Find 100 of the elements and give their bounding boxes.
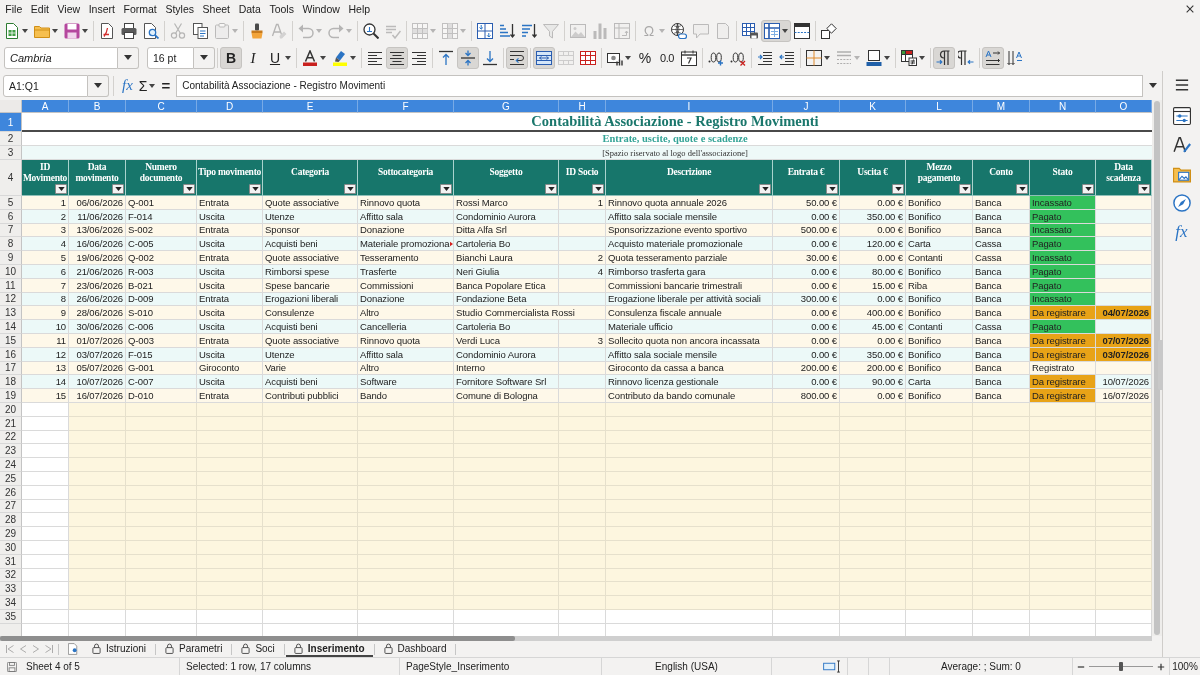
filter-button[interactable] (183, 184, 195, 194)
caret-icon[interactable] (350, 55, 356, 60)
caret-icon[interactable] (285, 55, 291, 60)
caret-icon[interactable] (149, 83, 156, 88)
menu-icon[interactable] (1174, 78, 1189, 92)
sidebar-collapse-handle[interactable] (1158, 340, 1163, 390)
caret-icon[interactable] (824, 55, 830, 60)
plus-icon[interactable] (1157, 662, 1165, 671)
filter-button[interactable] (55, 184, 67, 194)
find-replace-button[interactable] (360, 20, 382, 42)
filter-button[interactable] (1082, 184, 1094, 194)
menu-item[interactable]: Format (119, 2, 162, 16)
caret-icon[interactable] (52, 29, 58, 33)
name-box[interactable]: A1:Q1 (3, 74, 88, 97)
filter-button[interactable] (592, 184, 604, 194)
name-box-dropdown[interactable] (88, 74, 109, 97)
menu-item[interactable]: Insert (84, 2, 120, 16)
row-header[interactable]: 24 (0, 458, 22, 472)
column-header[interactable]: J (773, 100, 840, 113)
row-header[interactable]: 3 (0, 146, 22, 160)
filter-button[interactable] (1016, 184, 1028, 194)
menu-item[interactable]: Data (234, 2, 266, 16)
font-size-dropdown[interactable] (194, 46, 215, 69)
menu-item[interactable]: View (53, 2, 85, 16)
caret-icon[interactable] (320, 55, 326, 60)
row-header[interactable]: 19 (0, 389, 22, 403)
filter-button[interactable] (545, 184, 557, 194)
font-size-field[interactable]: 16 pt (147, 46, 194, 69)
row-header[interactable]: 5 (0, 196, 22, 210)
column-header[interactable]: A (22, 100, 69, 113)
column-header[interactable]: D (197, 100, 263, 113)
column-header[interactable]: I (606, 100, 773, 113)
hyperlink-button[interactable] (668, 20, 690, 42)
filter-button[interactable] (892, 184, 904, 194)
row-header[interactable]: 28 (0, 513, 22, 528)
row-header[interactable]: 1 (0, 113, 22, 132)
horizontal-text-button[interactable] (982, 46, 1004, 69)
column-header[interactable]: K (840, 100, 906, 113)
filter-button[interactable] (344, 184, 356, 194)
page-style[interactable]: PageStyle_Inserimento (406, 661, 510, 672)
bold-button[interactable]: B (220, 46, 242, 69)
horizontal-scrollbar[interactable] (0, 636, 1152, 641)
filter-button[interactable] (440, 184, 452, 194)
row-header[interactable]: 13 (0, 306, 22, 321)
functions-tab[interactable]: fx (1168, 220, 1195, 244)
column-header[interactable]: B (69, 100, 126, 113)
filter-button[interactable] (249, 184, 261, 194)
menu-item[interactable]: Styles (161, 2, 199, 16)
filter-button[interactable] (759, 184, 771, 194)
column-header[interactable]: C (126, 100, 197, 113)
sum-button[interactable]: Σ (135, 74, 159, 97)
print-button[interactable] (118, 20, 140, 42)
print-area-button[interactable] (739, 20, 761, 42)
underline-button[interactable]: U (264, 46, 294, 69)
menu-item[interactable]: Tools (265, 2, 299, 16)
sheet-tab[interactable]: Inserimento (285, 641, 373, 657)
row-header[interactable]: 34 (0, 596, 22, 610)
row-header[interactable]: 18 (0, 375, 22, 390)
sheet-tab[interactable]: Dashboard (375, 641, 455, 657)
caret-icon[interactable] (82, 29, 88, 33)
font-name-dropdown[interactable] (118, 46, 139, 69)
menu-item[interactable]: Edit (26, 2, 54, 16)
freeze-panes-button[interactable] (761, 20, 791, 42)
sort-button[interactable] (474, 20, 496, 42)
row-header[interactable]: 23 (0, 444, 22, 459)
column-header[interactable]: H (559, 100, 606, 113)
menu-item[interactable]: Window (298, 2, 345, 16)
decimal-format-button[interactable]: 0.0 (656, 46, 678, 69)
draw-functions-button[interactable] (818, 20, 840, 42)
menu-item[interactable]: Sheet (198, 2, 235, 16)
filter-button[interactable] (112, 184, 124, 194)
row-header[interactable]: 14 (0, 320, 22, 334)
sheet-tab[interactable]: Parametri (157, 641, 231, 657)
menu-item[interactable]: File (1, 2, 27, 16)
language-status[interactable]: English (USA) (655, 661, 718, 672)
close-icon[interactable] (1186, 5, 1194, 13)
merge-center-button[interactable] (533, 46, 555, 69)
split-window-button[interactable] (791, 20, 813, 42)
caret-icon[interactable] (919, 55, 925, 60)
caret-icon[interactable] (884, 55, 890, 60)
caret-icon[interactable] (782, 29, 788, 33)
add-sheet-icon[interactable] (68, 643, 78, 655)
column-header[interactable]: O (1096, 100, 1152, 113)
function-wizard-button[interactable]: fx (119, 74, 136, 97)
selection-mode-icon[interactable] (823, 660, 841, 673)
slider-thumb[interactable] (1119, 662, 1123, 671)
align-middle-button[interactable] (457, 46, 479, 69)
row-header[interactable]: 8 (0, 237, 22, 252)
filter-button[interactable] (1138, 184, 1150, 194)
sheet-tab[interactable]: Soci (233, 641, 283, 657)
font-name-field[interactable]: Cambria (4, 46, 118, 69)
formula-input[interactable]: Contabilità Associazione - Registro Movimenti (176, 74, 1143, 97)
row-header[interactable]: 4 (0, 160, 22, 196)
column-header[interactable]: L (906, 100, 973, 113)
italic-button[interactable]: I (242, 46, 264, 69)
row-header[interactable]: 2 (0, 132, 22, 146)
formula-button[interactable]: = (158, 74, 174, 97)
expand-caret-icon[interactable] (1149, 83, 1157, 88)
row-header[interactable]: 29 (0, 527, 22, 541)
column-header[interactable]: N (1030, 100, 1096, 113)
